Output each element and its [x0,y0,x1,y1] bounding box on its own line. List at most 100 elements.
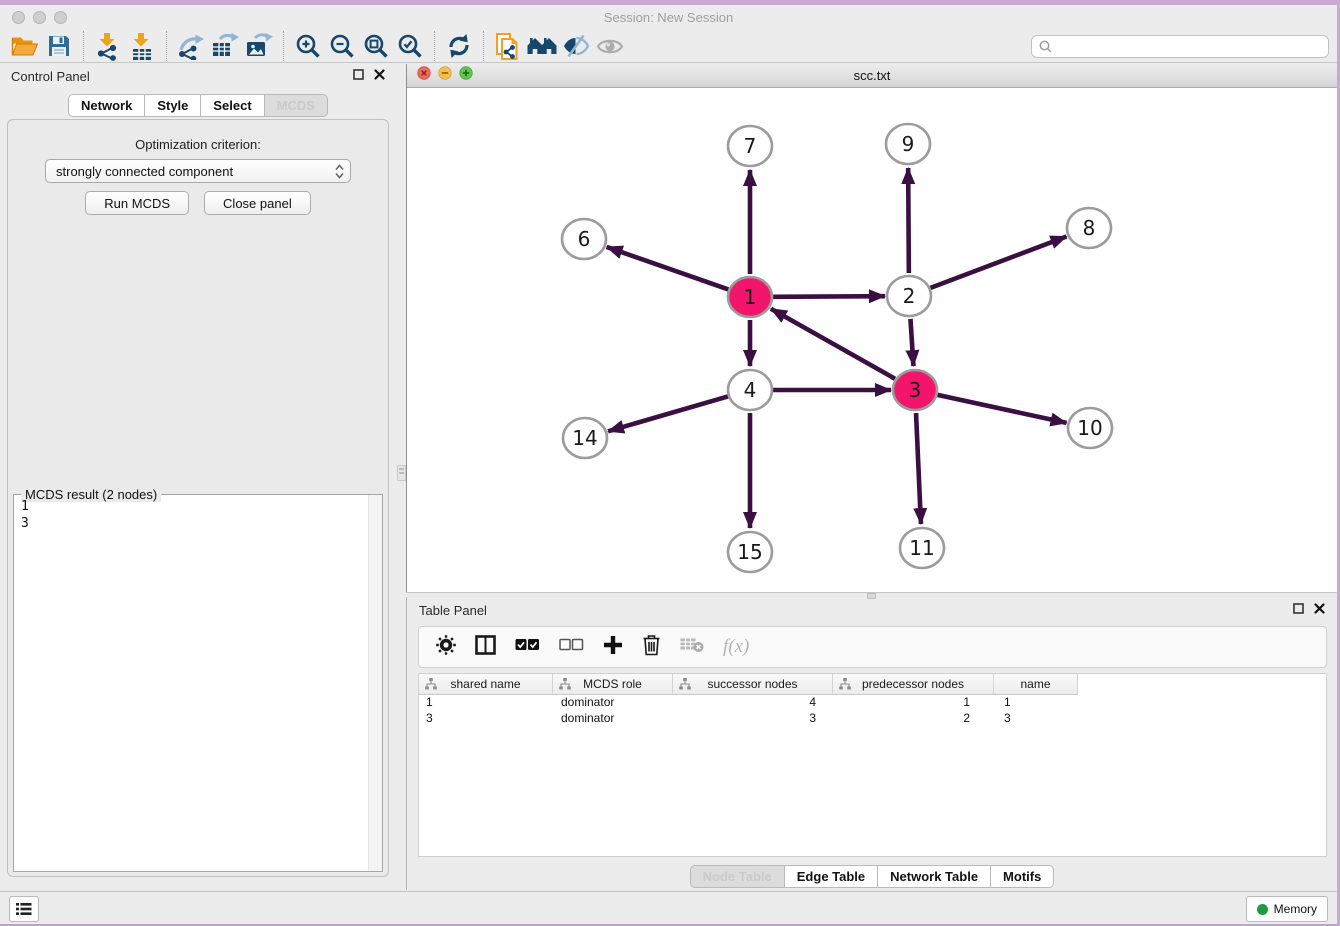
table-tab-network-table[interactable]: Network Table [878,865,991,888]
graph-node-3[interactable]: 3 [893,370,937,410]
split-columns-icon[interactable] [475,635,496,660]
graph-node-2[interactable]: 2 [887,276,931,316]
table-panel-title: Table Panel [419,603,487,618]
graph-edge-3-11[interactable] [916,413,921,524]
select-stepper-icon [335,164,344,179]
network-minimize-button[interactable] [438,66,452,85]
select-all-checkboxes-icon[interactable] [515,638,540,656]
import-table-icon[interactable] [125,31,159,61]
svg-text:2: 2 [903,284,916,308]
column-header-predecessor-nodes[interactable]: predecessor nodes [833,674,994,695]
close-panel-button[interactable]: Close panel [204,191,311,215]
table-row[interactable]: 3dominator323 [419,711,1326,727]
memory-label: Memory [1274,902,1317,916]
graph-edge-2-3[interactable] [910,319,913,366]
result-scrollbar[interactable] [368,495,382,871]
graph-edge-2-8[interactable] [931,236,1067,287]
window-close-button[interactable] [12,11,25,24]
column-header-successor-nodes[interactable]: successor nodes [673,674,833,695]
table-cell: 1 [419,695,553,711]
column-header-name[interactable]: name [994,674,1078,695]
table-row[interactable]: 1dominator411 [419,695,1326,711]
export-table-icon[interactable] [208,31,242,61]
control-tab-style[interactable]: Style [145,94,201,117]
graph-node-7[interactable]: 7 [728,126,772,166]
trash-icon[interactable] [642,634,661,661]
graph-node-11[interactable]: 11 [900,528,944,568]
run-mcds-button[interactable]: Run MCDS [85,191,189,215]
control-panel-title: Control Panel [11,69,90,84]
criterion-select[interactable]: strongly connected component [45,159,351,183]
close-panel-icon[interactable] [374,67,385,85]
refresh-arrows-icon[interactable] [442,31,476,61]
search-box [1031,35,1329,58]
table-cell: 3 [994,711,1078,727]
toolbar-separator [483,31,484,61]
toolbar-separator [166,31,167,61]
column-header-shared-name[interactable]: shared name [419,674,553,695]
graph-edge-1-2[interactable] [773,296,885,297]
zoom-in-magnifier-icon[interactable] [291,31,325,61]
graph-node-15[interactable]: 15 [728,532,772,572]
search-input[interactable] [1031,35,1329,58]
float-panel-icon[interactable] [1293,601,1304,619]
graph-node-10[interactable]: 10 [1068,408,1112,448]
panel-list-button[interactable] [9,896,39,922]
deselect-checkboxes-icon[interactable] [559,638,584,656]
graph-node-4[interactable]: 4 [728,370,772,410]
window-zoom-button[interactable] [54,11,67,24]
control-tab-mcds[interactable]: MCDS [265,94,328,117]
table-tab-edge-table[interactable]: Edge Table [785,865,878,888]
vertical-splitter[interactable] [396,63,406,890]
graph-node-9[interactable]: 9 [886,124,930,164]
window-minimize-button[interactable] [33,11,46,24]
optimization-criterion-label: Optimization criterion: [8,137,388,152]
table-tab-node-table[interactable]: Node Table [690,865,785,888]
network-canvas[interactable]: 7 9 6 8 1 2 4 3 14 10 15 11 [407,88,1337,592]
export-image-icon[interactable] [242,31,276,61]
hierarchy-icon [839,678,851,690]
import-network-icon[interactable] [91,31,125,61]
mcds-result-text[interactable]: 1 3 [21,498,29,532]
mcds-result-title: MCDS result (2 nodes) [21,487,161,502]
add-column-plus-icon[interactable] [603,635,623,660]
graph-edge-1-6[interactable] [607,247,729,289]
eye-slash-icon[interactable] [559,31,593,61]
graph-edge-3-10[interactable] [937,395,1066,423]
graph-edge-4-14[interactable] [608,396,728,431]
hierarchy-icon [559,678,571,690]
zoom-out-magnifier-icon[interactable] [325,31,359,61]
float-panel-icon[interactable] [353,67,364,85]
hierarchy-icon [679,678,691,690]
network-view-window: scc.txt 7 9 6 8 1 2 4 3 14 10 15 11 [406,64,1337,592]
save-floppy-icon[interactable] [42,31,76,61]
control-tab-select[interactable]: Select [201,94,264,117]
criterion-value: strongly connected component [56,164,233,179]
splitter-grip[interactable] [397,465,406,481]
node-table: shared nameMCDS rolesuccessor nodesprede… [418,673,1327,857]
zoom-selected-magnifier-icon[interactable] [393,31,427,61]
clone-network-document-icon[interactable] [491,31,525,61]
houses-icon[interactable] [525,31,559,61]
control-tab-network[interactable]: Network [68,94,145,117]
export-network-icon[interactable] [174,31,208,61]
graph-node-8[interactable]: 8 [1067,208,1111,248]
open-folder-icon[interactable] [8,31,42,61]
close-panel-icon[interactable] [1314,601,1325,619]
graph-node-6[interactable]: 6 [562,219,606,259]
network-zoom-button[interactable] [459,66,473,85]
table-tab-motifs[interactable]: Motifs [991,865,1054,888]
zoom-fit-magnifier-icon[interactable] [359,31,393,61]
network-close-button[interactable] [417,66,431,85]
memory-button[interactable]: Memory [1246,896,1328,922]
graph-edge-2-9[interactable] [908,168,909,273]
column-header-MCDS-role[interactable]: MCDS role [553,674,673,695]
table-cell: 1 [833,695,994,711]
gear-icon[interactable] [436,635,456,660]
graph-node-1[interactable]: 1 [728,277,772,317]
node-table-body: 1dominator4113dominator323 [419,695,1326,727]
table-cell: 3 [673,711,833,727]
graph-node-14[interactable]: 14 [563,418,607,458]
network-view-titlebar: scc.txt [407,64,1337,88]
graph-edge-3-1[interactable] [771,309,895,379]
